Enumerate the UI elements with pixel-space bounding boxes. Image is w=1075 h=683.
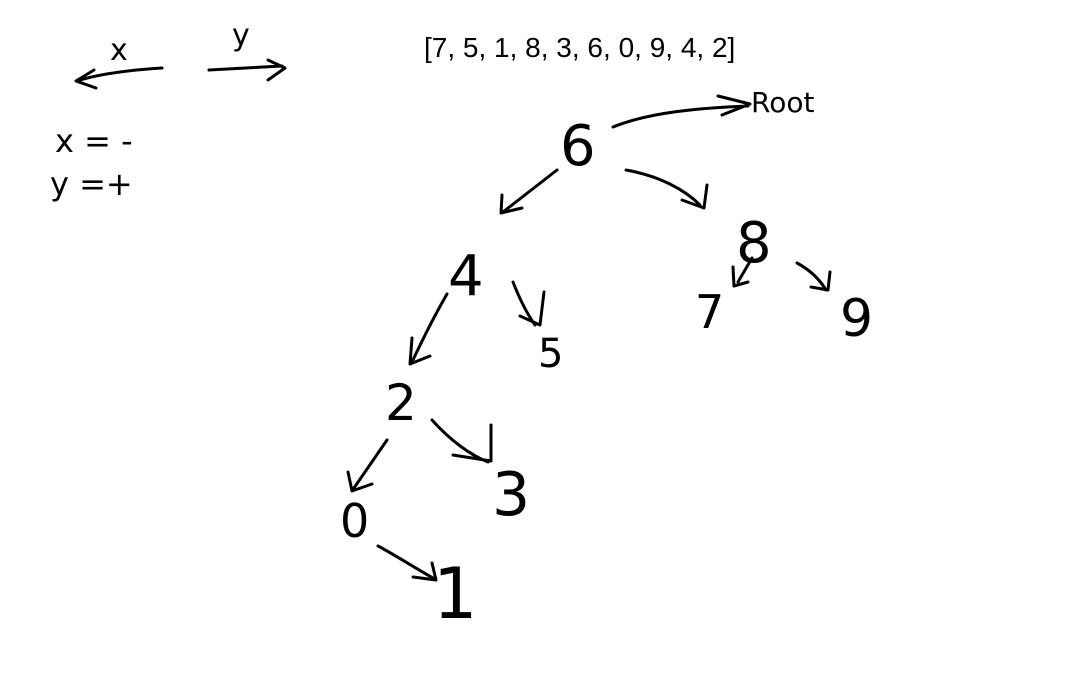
legend-y-label: y [232, 18, 250, 53]
node-6: 6 [560, 114, 596, 179]
node-5: 5 [538, 331, 563, 377]
node-9: 9 [840, 289, 873, 349]
bst-diagram: [7, 5, 1, 8, 3, 6, 0, 9, 4, 2] x y x = -… [50, 18, 873, 635]
left-arrow-icon [74, 66, 164, 90]
edge-0-1 [376, 544, 438, 582]
legend-x-label: x [110, 33, 128, 68]
tree-nodes: 6 4 8 2 5 7 9 0 3 1 [340, 114, 873, 635]
edge-4-2 [408, 292, 449, 366]
legend-x-rule: x = - [55, 122, 133, 160]
node-0: 0 [340, 494, 369, 548]
root-label: Root [751, 86, 814, 119]
edge-4-5 [511, 280, 546, 327]
right-arrow-icon [207, 58, 287, 82]
node-3: 3 [492, 460, 530, 530]
edge-2-0 [346, 438, 389, 493]
edge-6-8 [624, 168, 709, 210]
root-arrow-icon [611, 94, 752, 129]
node-8: 8 [736, 211, 772, 276]
node-2: 2 [385, 374, 417, 432]
node-7: 7 [695, 285, 724, 339]
edge-2-3 [430, 418, 493, 464]
legend-y-rule: y =+ [50, 165, 133, 203]
node-4: 4 [448, 244, 484, 309]
node-1: 1 [433, 553, 478, 635]
direction-legend: x y x = - y =+ [50, 18, 287, 203]
array-label: [7, 5, 1, 8, 3, 6, 0, 9, 4, 2] [424, 32, 735, 63]
edge-6-4 [499, 168, 559, 215]
edge-8-9 [795, 261, 832, 292]
